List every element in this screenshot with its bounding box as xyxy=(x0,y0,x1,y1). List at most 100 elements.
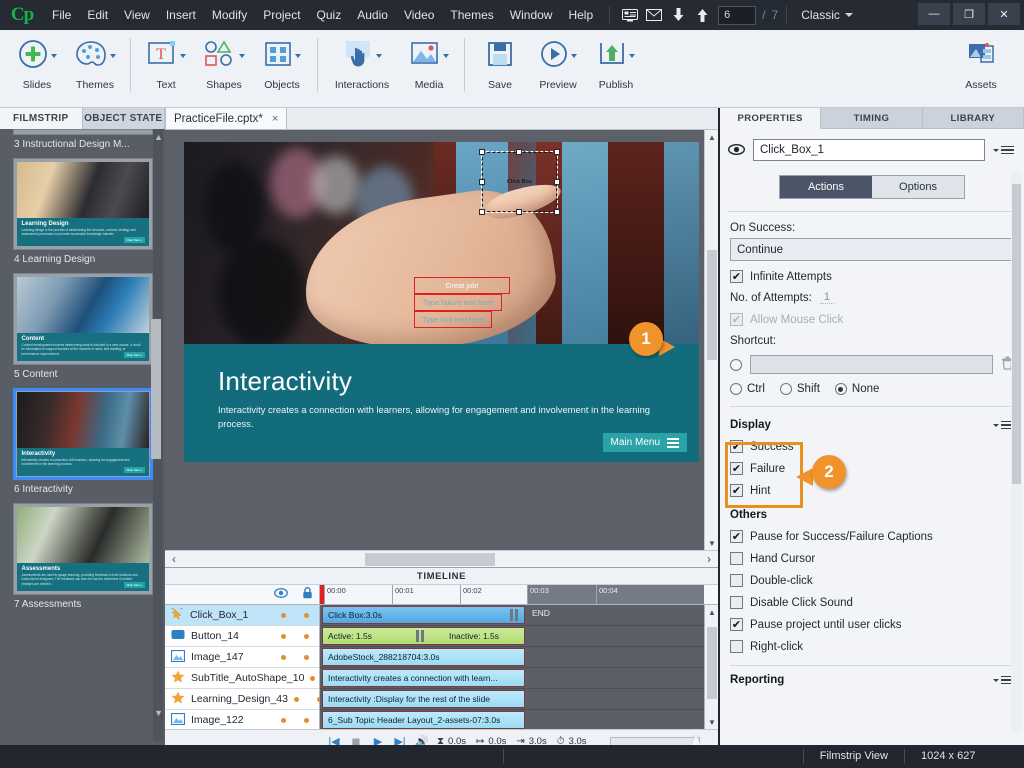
workspace-selector[interactable]: Classic xyxy=(795,8,853,22)
properties-scrollbar[interactable] xyxy=(1011,172,1022,732)
others-pause-project-row[interactable]: ✔ Pause project until user clicks xyxy=(730,618,1014,631)
timeline-track-row[interactable]: Interactivity :Display for the rest of t… xyxy=(320,689,704,710)
tab-library[interactable]: LIBRARY xyxy=(922,108,1024,129)
timeline-track-row[interactable]: Interactivity creates a connection with … xyxy=(320,668,704,689)
menu-themes[interactable]: Themes xyxy=(442,0,501,30)
shortcut-modifier-ctrl[interactable]: Ctrl xyxy=(730,383,765,395)
close-icon[interactable]: × xyxy=(272,113,278,125)
timeline-bar-image-147[interactable]: AdobeStock_288218704:3.0s xyxy=(322,648,525,666)
menu-file[interactable]: File xyxy=(44,0,79,30)
toolbar-media-button[interactable]: Media xyxy=(400,30,458,104)
timeline-track-row[interactable]: Click Box:3.0s xyxy=(320,605,704,626)
timeline-row-subtitle-autoshape-10[interactable]: SubTitle_AutoShape_10 xyxy=(165,668,339,689)
timeline-tracks[interactable]: END Click Box:3.0s Active: 1.5s Inactive… xyxy=(320,605,704,729)
stage-scroll-down-icon[interactable]: ▼ xyxy=(705,536,718,550)
others-pause-captions-row[interactable]: ✔ Pause for Success/Failure Captions xyxy=(730,530,1014,543)
infinite-attempts-row[interactable]: ✔ Infinite Attempts xyxy=(730,270,1014,283)
filmstrip-scroll-down-icon[interactable]: ▼ xyxy=(154,708,163,718)
slide-stage[interactable]: Click Box Great job! Type failure text h… xyxy=(165,130,718,550)
resize-handle-s[interactable] xyxy=(516,209,522,215)
slide-canvas[interactable]: Click Box Great job! Type failure text h… xyxy=(184,142,699,462)
slide-thumbnail-selected[interactable]: Interactivity Interactivity creates a co… xyxy=(12,388,153,480)
shortcut-modifier-none[interactable]: None xyxy=(834,383,879,395)
toolbar-save-button[interactable]: Save xyxy=(471,30,529,104)
tab-filmstrip[interactable]: FILMSTRIP xyxy=(0,108,83,129)
menu-insert[interactable]: Insert xyxy=(158,0,204,30)
stage-scroll-right-icon[interactable]: › xyxy=(700,550,718,568)
filmstrip-scroll-up-icon[interactable]: ▲ xyxy=(154,132,163,142)
toolbar-objects-button[interactable]: Objects xyxy=(253,30,311,104)
chevron-down-icon[interactable] xyxy=(442,54,449,58)
segment-actions[interactable]: Actions xyxy=(780,176,872,198)
timeline-row-toggles[interactable] xyxy=(281,717,319,723)
toolbar-publish-button[interactable]: Publish xyxy=(587,30,645,104)
menu-audio[interactable]: Audio xyxy=(349,0,396,30)
chevron-down-icon[interactable] xyxy=(50,54,57,58)
ctrl-radio[interactable] xyxy=(730,383,742,395)
timeline-bar-click-box[interactable]: Click Box:3.0s xyxy=(322,606,525,624)
timeline-bar-learning-design[interactable]: Interactivity :Display for the rest of t… xyxy=(322,690,525,708)
success-caption-box[interactable]: Great job! xyxy=(414,277,510,294)
resize-handle-ne[interactable] xyxy=(554,149,560,155)
slide-thumbnail[interactable]: Learning Design Learning design is the p… xyxy=(12,158,153,250)
chevron-down-icon[interactable] xyxy=(628,54,635,58)
download-arrow-icon[interactable] xyxy=(666,0,690,30)
toolbar-preview-button[interactable]: Preview xyxy=(529,30,587,104)
stage-horizontal-scrollbar[interactable]: ‹ › xyxy=(165,550,718,568)
timeline-row-image-147[interactable]: Image_147 xyxy=(165,647,319,668)
main-menu-button[interactable]: Main Menu xyxy=(602,433,687,452)
right-click-checkbox[interactable] xyxy=(730,640,743,653)
stage-scroll-left-icon[interactable]: ‹ xyxy=(165,550,183,568)
toolbar-themes-button[interactable]: Themes xyxy=(66,30,124,104)
object-name-input[interactable] xyxy=(753,139,985,161)
eye-icon[interactable] xyxy=(274,588,288,601)
toolbar-text-button[interactable]: T Text xyxy=(137,30,195,104)
timeline-playhead[interactable] xyxy=(320,585,324,604)
filmstrip-item-6[interactable]: Interactivity Interactivity creates a co… xyxy=(6,388,159,501)
shortcut-radio[interactable] xyxy=(730,358,742,371)
document-tab-practicefile[interactable]: PracticeFile.cptx* × xyxy=(165,108,288,129)
stage-vertical-scrollbar[interactable]: ▲ ▼ xyxy=(704,130,718,550)
toolbar-interactions-button[interactable]: Interactions xyxy=(324,30,400,104)
resize-handle-se[interactable] xyxy=(554,209,560,215)
timeline-row-toggles[interactable] xyxy=(281,612,319,618)
resize-handle-sw[interactable] xyxy=(479,209,485,215)
stage-scroll-thumb[interactable] xyxy=(707,250,717,360)
resize-handle-n[interactable] xyxy=(516,149,522,155)
toolbar-slides-button[interactable]: Slides xyxy=(8,30,66,104)
properties-scroll-thumb[interactable] xyxy=(1012,184,1021,484)
close-button[interactable]: ✕ xyxy=(988,3,1020,25)
timeline-bar-image-122[interactable]: 6_Sub Topic Header Layout_2-assets-07:3.… xyxy=(322,711,525,729)
chevron-down-icon[interactable] xyxy=(375,54,382,58)
timeline-row-click-box-1[interactable]: Click_Box_1 xyxy=(165,605,319,626)
menu-project[interactable]: Project xyxy=(255,0,308,30)
resize-handle-w[interactable] xyxy=(479,179,485,185)
timeline-bar-button[interactable]: Active: 1.5s Inactive: 1.5s xyxy=(322,627,525,645)
tab-timing[interactable]: TIMING xyxy=(821,108,923,129)
attempts-value[interactable]: 1 xyxy=(819,291,834,304)
failure-caption-box[interactable]: Type failure text here xyxy=(414,294,502,311)
click-box-selection[interactable]: Click Box xyxy=(479,149,560,215)
slide-thumbnail[interactable]: Assessments Assessments are used to gaug… xyxy=(12,503,153,595)
filmstrip-scrollbar[interactable] xyxy=(151,129,163,741)
tab-properties[interactable]: PROPERTIES xyxy=(720,108,822,129)
upload-arrow-icon[interactable] xyxy=(690,0,714,30)
filmstrip-item-3[interactable]: 3 Instructional Design M... xyxy=(6,129,159,156)
filmstrip-item-7[interactable]: Assessments Assessments are used to gaug… xyxy=(6,503,159,616)
timeline-ruler[interactable]: 00:03 00:04 00:00 00:01 00:02 xyxy=(320,585,704,604)
disable-click-sound-checkbox[interactable] xyxy=(730,596,743,609)
filmstrip-list[interactable]: 3 Instructional Design M... Learning Des… xyxy=(0,129,165,741)
timeline-row-learning-design-43[interactable]: Learning_Design_43 xyxy=(165,689,322,710)
timeline-track-row[interactable]: 6_Sub Topic Header Layout_2-assets-07:3.… xyxy=(320,710,704,729)
none-radio[interactable] xyxy=(834,383,847,395)
filmstrip-item-4[interactable]: Learning Design Learning design is the p… xyxy=(6,158,159,271)
double-click-checkbox[interactable] xyxy=(730,574,743,587)
timeline-bar-subtitle[interactable]: Interactivity creates a connection with … xyxy=(322,669,525,687)
menu-modify[interactable]: Modify xyxy=(204,0,255,30)
minimize-button[interactable]: — xyxy=(918,3,950,25)
timeline-track-row[interactable]: AdobeStock_288218704:3.0s xyxy=(320,647,704,668)
shortcut-modifier-shift[interactable]: Shift xyxy=(779,383,820,395)
shortcut-input[interactable] xyxy=(750,355,993,374)
timeline-scroll-thumb[interactable] xyxy=(707,627,717,699)
chevron-down-icon[interactable] xyxy=(238,54,245,58)
